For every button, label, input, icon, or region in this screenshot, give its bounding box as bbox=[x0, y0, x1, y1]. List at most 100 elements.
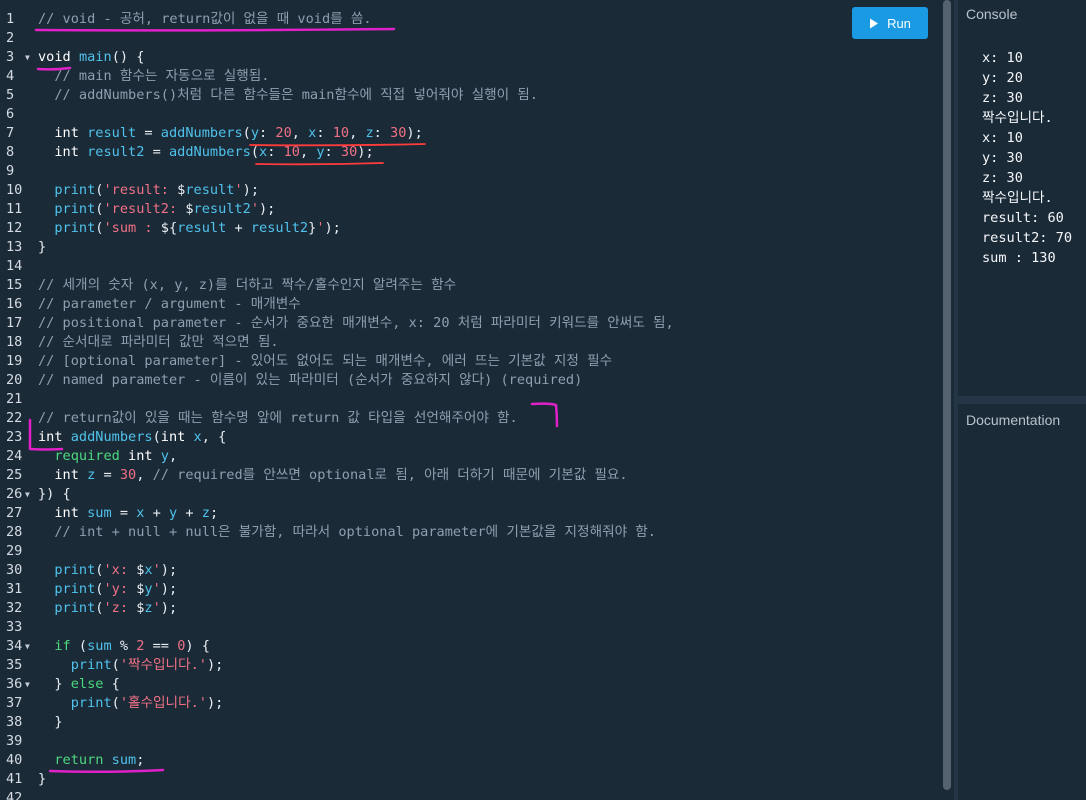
line-number: 9 bbox=[6, 163, 15, 179]
line-number: 12 bbox=[6, 220, 23, 236]
code-line[interactable]: 22 // return값이 있을 때는 함수명 앞에 return 값 타입을 … bbox=[0, 409, 940, 428]
code-token: int bbox=[128, 448, 153, 464]
line-number: 7 bbox=[6, 125, 15, 141]
code-line[interactable]: 19 // [optional parameter] - 있어도 없어도 되는 매… bbox=[0, 352, 940, 371]
code-token: main bbox=[78, 49, 112, 65]
code-line[interactable]: 42 bbox=[0, 789, 940, 800]
code-token: result2 bbox=[193, 201, 251, 217]
line-number: 3 bbox=[6, 49, 15, 65]
code-line[interactable]: 8 int result2 = addNumbers(x: 10, y: 30)… bbox=[0, 143, 940, 162]
code-line[interactable]: 35 print('짝수입니다.'); bbox=[0, 656, 940, 675]
line-number: 16 bbox=[6, 296, 23, 312]
documentation-panel: Documentation bbox=[958, 404, 1086, 800]
console-panel: Console x: 10 y: 20 z: 30 짝수입니다. x: 10 y: 30 z… bbox=[958, 0, 1086, 396]
code-line[interactable]: 34 ▼ if (sum % 2 == 0) { bbox=[0, 637, 940, 656]
code-token: // named parameter - 이름이 있는 파라미터 (순서가 중요… bbox=[38, 372, 583, 388]
code-token: // return값이 있을 때는 함수명 앞에 return 값 타입을 선언… bbox=[38, 410, 518, 426]
code-token: // void - 공허, return값이 없을 때 void를 씀. bbox=[38, 11, 372, 27]
code-token: print bbox=[54, 220, 96, 236]
code-token: ) { bbox=[185, 638, 210, 654]
code-line[interactable]: 23 int addNumbers(int x, { bbox=[0, 428, 940, 447]
code-line[interactable]: 7 int result = addNumbers(y: 20, x: 10, … bbox=[0, 124, 940, 143]
code-text: print('x: $x'); bbox=[38, 561, 177, 580]
code-token: 20 bbox=[275, 125, 292, 141]
code-editor[interactable]: 1// void - 공허, return값이 없을 때 void를 씀. 2 3 ▼… bbox=[0, 0, 940, 800]
code-line[interactable]: 37 print('홀수입니다.'); bbox=[0, 694, 940, 713]
code-token: = bbox=[136, 125, 161, 141]
code-line[interactable]: 27 int sum = x + y + z; bbox=[0, 504, 940, 523]
code-line[interactable]: 16 // parameter / argument - 매개변수 bbox=[0, 295, 940, 314]
code-line[interactable]: 30 print('x: $x'); bbox=[0, 561, 940, 580]
code-line[interactable]: 25 int z = 30, // required를 안쓰면 optional… bbox=[0, 466, 940, 485]
code-text: } bbox=[38, 770, 46, 789]
code-line[interactable]: 12 print('sum : ${result + result2}'); bbox=[0, 219, 940, 238]
run-button[interactable]: Run bbox=[852, 7, 928, 39]
code-token: else bbox=[70, 676, 104, 692]
code-line[interactable]: 11 print('result2: $result2'); bbox=[0, 200, 940, 219]
code-line[interactable]: 29 bbox=[0, 542, 940, 561]
editor-scrollbar[interactable] bbox=[943, 0, 951, 790]
code-line[interactable]: 32 print('z: $z'); bbox=[0, 599, 940, 618]
code-token: ( bbox=[250, 144, 260, 160]
code-token: % bbox=[111, 638, 137, 654]
code-area[interactable]: 1// void - 공허, return값이 없을 때 void를 씀. 2 3 ▼… bbox=[0, 10, 940, 800]
code-token: void bbox=[38, 49, 71, 65]
code-line[interactable]: 33 bbox=[0, 618, 940, 637]
fold-arrow-icon[interactable]: ▼ bbox=[25, 485, 30, 504]
code-line[interactable]: 31 print('y: $y'); bbox=[0, 580, 940, 599]
code-line[interactable]: 15 // 세개의 숫자 (x, y, z)를 더하고 짝수/홀수인지 알려주는 … bbox=[0, 276, 940, 295]
code-line[interactable]: 1 // void - 공허, return값이 없을 때 void를 씀. bbox=[0, 10, 940, 29]
code-line[interactable]: 14 bbox=[0, 257, 940, 276]
code-line[interactable]: 10 print('result: $result'); bbox=[0, 181, 940, 200]
code-text: print('z: $z'); bbox=[38, 599, 177, 618]
code-token: ${ bbox=[160, 220, 178, 236]
code-token: 'z: bbox=[103, 600, 137, 616]
line-number: 8 bbox=[6, 144, 15, 160]
code-text: // int + null + null은 불가함, 따라서 optional … bbox=[38, 523, 656, 542]
code-line[interactable]: 2 bbox=[0, 29, 940, 48]
code-line[interactable]: 20 // named parameter - 이름이 있는 파라미터 (순서가 … bbox=[0, 371, 940, 390]
code-line[interactable]: 26 ▼}) { bbox=[0, 485, 940, 504]
code-token: x bbox=[259, 144, 268, 160]
code-text: // main 함수는 자동으로 실행됨. bbox=[38, 67, 269, 86]
code-line[interactable]: 36 ▼ } else { bbox=[0, 675, 940, 694]
fold-arrow-icon[interactable]: ▼ bbox=[25, 675, 30, 694]
code-line[interactable]: 13} bbox=[0, 238, 940, 257]
code-token: : bbox=[259, 125, 276, 141]
code-line[interactable]: 4 // main 함수는 자동으로 실행됨. bbox=[0, 67, 940, 86]
code-text: // addNumbers()처럼 다른 함수들은 main함수에 직접 넣어줘… bbox=[38, 86, 538, 105]
code-token: ); bbox=[206, 695, 224, 711]
code-line[interactable]: 9 bbox=[0, 162, 940, 181]
line-number: 5 bbox=[6, 87, 15, 103]
code-token: = bbox=[111, 505, 137, 521]
code-line[interactable]: 28 // int + null + null은 불가함, 따라서 option… bbox=[0, 523, 940, 542]
code-line[interactable]: 39 bbox=[0, 732, 940, 751]
play-icon bbox=[870, 18, 879, 28]
code-line[interactable]: 24 required int y, bbox=[0, 447, 940, 466]
code-line[interactable]: 3 ▼ void main() { bbox=[0, 48, 940, 67]
code-token: , bbox=[291, 125, 309, 141]
code-line[interactable]: 40 return sum; bbox=[0, 751, 940, 770]
code-line[interactable]: 6 bbox=[0, 105, 940, 124]
code-line[interactable]: 5 // addNumbers()처럼 다른 함수들은 main함수에 직접 넣… bbox=[0, 86, 940, 105]
code-text: print('짝수입니다.'); bbox=[38, 656, 224, 675]
line-number: 21 bbox=[6, 391, 23, 407]
code-text: required int y, bbox=[38, 447, 177, 466]
fold-arrow-icon[interactable]: ▼ bbox=[25, 637, 30, 656]
code-line[interactable]: 18 // 순서대로 파라미터 값만 적으면 됨. bbox=[0, 333, 940, 352]
code-line[interactable]: 17 // positional parameter - 순서가 중요한 매개변수… bbox=[0, 314, 940, 333]
code-line[interactable]: 38 } bbox=[0, 713, 940, 732]
line-number: 34 bbox=[6, 638, 23, 654]
line-number: 11 bbox=[6, 201, 23, 217]
code-token: // addNumbers()처럼 다른 함수들은 main함수에 직접 넣어줘… bbox=[54, 87, 538, 103]
fold-arrow-icon[interactable]: ▼ bbox=[25, 48, 30, 67]
code-token: == bbox=[144, 638, 178, 654]
code-line[interactable]: 21 bbox=[0, 390, 940, 409]
code-token: print bbox=[70, 657, 112, 673]
code-line[interactable]: 41} bbox=[0, 770, 940, 789]
